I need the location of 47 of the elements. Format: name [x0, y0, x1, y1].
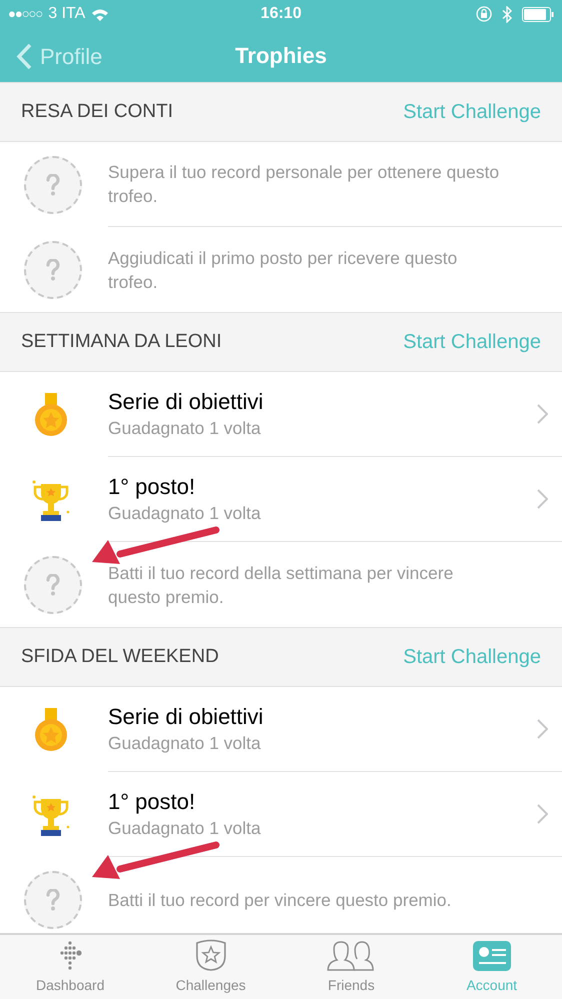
id-card-icon: [472, 941, 511, 971]
chevron-icon: [537, 489, 548, 509]
trophy-description: Batti il tuo record della settimana per vincere questo premio.: [108, 562, 454, 608]
trophy-title: 1° posto!: [108, 788, 196, 816]
trophy-icon: [30, 478, 72, 522]
signal-strength: ●●○○○: [8, 5, 42, 24]
trophy-subtitle: Guadagnato 1 volta: [108, 732, 262, 755]
trophy-row[interactable]: 1° posto! Guadagnato 1 volta: [0, 457, 562, 542]
start-challenge-link[interactable]: Start Challenge: [403, 327, 541, 357]
start-challenge-link[interactable]: Start Challenge: [403, 97, 541, 127]
trophy-subtitle: Guadagnato 1 volta: [108, 502, 262, 525]
screen-title: Trophies: [235, 42, 327, 70]
battery-icon: [522, 6, 554, 22]
wifi-icon: [91, 8, 110, 20]
trophy-description: Aggiudicati il primo posto per ricevere questo trofeo.: [108, 246, 458, 294]
tab-bar-item[interactable]: Dashboard: [0, 935, 140, 999]
section-heading: SETTIMANA DA LEONI: [21, 330, 222, 354]
trophy-description: Batti il tuo record per vincere questo premio.: [108, 888, 452, 912]
medal-icon: [34, 392, 68, 436]
tab-bar-item[interactable]: Challenges: [140, 935, 281, 999]
chevron-icon: [537, 719, 548, 739]
people-icon: [326, 939, 376, 971]
back-button[interactable]: Profile: [16, 40, 102, 73]
clock: 16:10: [260, 4, 302, 24]
trophy-title: Serie di obiettivi: [108, 388, 264, 416]
star-badge-icon: [194, 939, 228, 971]
rotation-lock-icon: [476, 6, 492, 22]
trophy-subtitle: Guadagnato 1 volta: [108, 817, 262, 840]
medal-icon: [34, 708, 68, 752]
tab-bar-item[interactable]: Friends: [281, 935, 422, 999]
carrier-name: 3 ITA: [48, 4, 86, 24]
trophy-description: Supera il tuo record personale per ottenere questo trofeo.: [108, 161, 500, 208]
tab-bar-item[interactable]: Account: [422, 935, 562, 999]
chevron-icon: [537, 404, 548, 424]
trophy-title: Serie di obiettivi: [108, 703, 264, 731]
bluetooth-icon: [502, 6, 512, 22]
trophy-subtitle: Guadagnato 1 volta: [108, 417, 262, 440]
chevron-left-icon: [16, 43, 32, 70]
section-heading: RESA DEI CONTI: [21, 100, 174, 124]
trophy-row[interactable]: 1° posto! Guadagnato 1 volta: [0, 772, 562, 857]
trophy-row[interactable]: Serie di obiettivi Guadagnato 1 volta: [0, 372, 562, 457]
chevron-icon: [537, 804, 548, 824]
trophy-icon: [30, 792, 72, 836]
trophy-row[interactable]: Serie di obiettivi Guadagnato 1 volta: [0, 687, 562, 772]
trophy-title: 1° posto!: [108, 473, 196, 501]
section-heading: SFIDA DEL WEEKEND: [21, 644, 219, 669]
start-challenge-link[interactable]: Start Challenge: [403, 642, 541, 672]
